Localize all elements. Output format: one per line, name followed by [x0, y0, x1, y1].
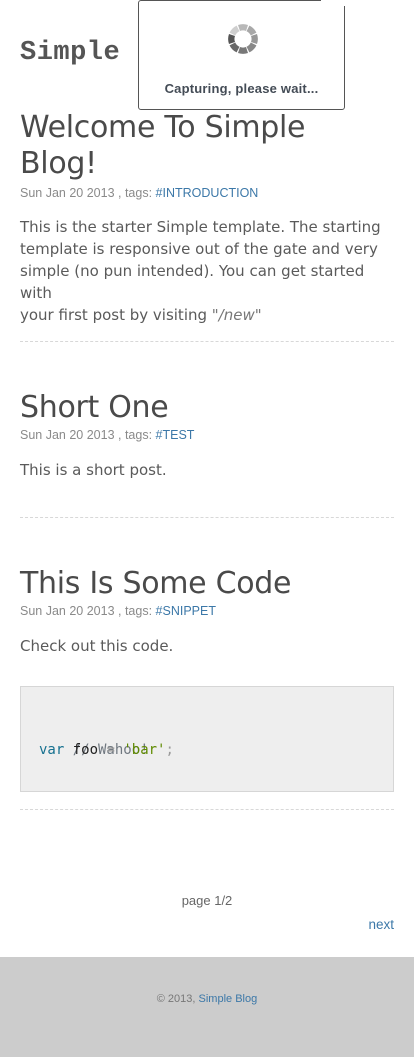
post-date: Sun Jan 20 2013: [20, 604, 115, 618]
post-date: Sun Jan 20 2013: [20, 186, 115, 200]
post-date: Sun Jan 20 2013: [20, 428, 115, 442]
footer-copyright: © 2013,: [156, 993, 196, 1005]
code-operator: =: [106, 742, 115, 758]
post-body: This is the starter Simple template. The…: [20, 216, 394, 326]
post-title[interactable]: Short One: [20, 390, 394, 426]
post-title-line[interactable]: Welcome To Simple: [20, 110, 306, 145]
footer-blog-link[interactable]: Simple Blog: [199, 993, 258, 1005]
loading-spinner-icon: [228, 24, 258, 54]
pagination-label: page 1/2: [181, 893, 233, 908]
tag-link-snippet[interactable]: #SNIPPET: [156, 604, 216, 618]
post-meta: Sun Jan 20 2013 , tags: #INTRODUCTION: [20, 186, 394, 200]
post-body: This is a short post.: [20, 461, 167, 479]
post-tags-label: , tags:: [118, 604, 153, 618]
code-keyword: var: [39, 742, 65, 758]
post-body-line: your first post by visiting: [20, 306, 212, 324]
post-divider: [20, 517, 394, 518]
tag-link-test[interactable]: #TEST: [156, 428, 195, 442]
post-title[interactable]: This Is Some Code: [20, 566, 394, 602]
post-some-code: This Is Some Code Sun Jan 20 2013 , tags…: [20, 566, 394, 657]
post-title[interactable]: Welcome To Simple Blog!: [20, 110, 394, 182]
post-body-line: template is responsive out of the gate a…: [20, 240, 378, 258]
post-welcome: Welcome To Simple Blog! Sun Jan 20 2013 …: [20, 110, 394, 326]
site-logo[interactable]: Simple: [20, 38, 120, 68]
post-meta: Sun Jan 20 2013 , tags: #SNIPPET: [20, 604, 394, 618]
footer: © 2013, Simple Blog: [0, 957, 414, 1057]
post-short-one: Short One Sun Jan 20 2013 , tags: #TEST …: [20, 390, 394, 481]
post-tags-label: , tags:: [118, 428, 153, 442]
footer-text: © 2013, Simple Blog: [0, 993, 414, 1005]
capture-overlay: Capturing, please wait...: [138, 0, 345, 110]
post-tags-label: , tags:: [118, 186, 153, 200]
code-identifier: foo: [72, 742, 99, 758]
overlay-notch: [321, 0, 345, 6]
post-meta: Sun Jan 20 2013 , tags: #TEST: [20, 428, 394, 442]
code-terminator: ;: [165, 742, 174, 758]
capture-message: Capturing, please wait...: [164, 81, 319, 96]
post-body: Check out this code.: [20, 637, 174, 655]
post-divider: [20, 809, 394, 810]
post-title-line[interactable]: Blog!: [20, 146, 97, 181]
tag-link-introduction[interactable]: #INTRODUCTION: [156, 186, 259, 200]
post-body-line: This is the starter Simple template. The…: [20, 218, 381, 236]
code-string: 'bar': [123, 742, 166, 758]
code-block: // Wahoo! var foo = 'bar';: [20, 686, 394, 792]
post-body-line: simple (no pun intended). You can get st…: [20, 262, 365, 302]
next-page-link[interactable]: next: [368, 917, 394, 932]
code-line-statement: var foo = 'bar';: [39, 741, 174, 760]
post-divider: [20, 341, 394, 342]
new-path-text: "/new": [211, 306, 262, 324]
